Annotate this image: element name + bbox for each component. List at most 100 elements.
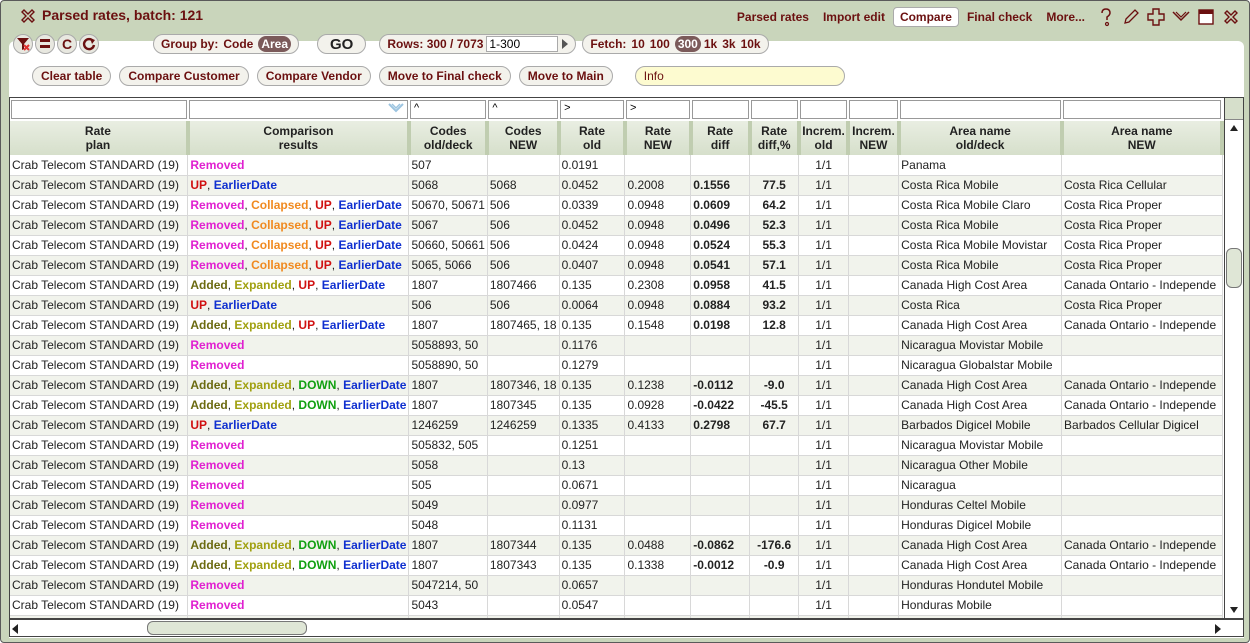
column-header[interactable]: Codes NEW (487, 121, 562, 155)
scroll-left-button[interactable] (12, 623, 18, 637)
column-header[interactable]: Increm. old (798, 121, 851, 155)
table-row[interactable]: Crab Telecom STANDARD (19)Added, Expande… (10, 275, 1223, 296)
column-header[interactable]: Area name old/deck (898, 121, 1064, 155)
cell-codes-new[interactable] (487, 495, 560, 516)
cell-codes-new[interactable]: 1807346, 18 (487, 375, 560, 396)
column-header[interactable]: Rate NEW (624, 121, 693, 155)
reset-button[interactable]: C (57, 34, 77, 54)
cell-codes-old[interactable]: 5047214, 50 (408, 575, 488, 596)
maximize-icon[interactable] (1196, 7, 1216, 27)
table-row[interactable]: Crab Telecom STANDARD (19) UP, EarlierDat… (10, 175, 1223, 196)
move-to-final-check-button[interactable]: Move to Final check (378, 66, 511, 86)
cell-codes-new[interactable]: 5068 (487, 175, 560, 196)
table-row[interactable]: Crab Telecom STANDARD (19) Removed 505 0.06… (10, 475, 1223, 496)
column-header[interactable]: Rate plan (10, 121, 190, 155)
cell-codes-old[interactable]: 1246259 (408, 415, 488, 436)
fetch-10[interactable]: 10 (631, 37, 644, 51)
cell-codes-new[interactable]: 506 (487, 195, 560, 216)
fetch-3k[interactable]: 3k (722, 37, 735, 51)
horizontal-scroll-thumb[interactable] (147, 621, 307, 635)
table-row[interactable]: Crab Telecom STANDARD (19) Removed 5058893… (10, 335, 1223, 356)
column-header[interactable]: Area name NEW (1061, 121, 1224, 155)
vertical-scroll-thumb[interactable] (1226, 248, 1242, 288)
table-row[interactable]: Crab Telecom STANDARD (19) Removed 505832,… (10, 435, 1223, 456)
table-row[interactable]: Crab Telecom STANDARD (19)Added, Expande… (10, 375, 1223, 396)
cell-codes-new[interactable]: 1246259 (487, 415, 560, 436)
table-row[interactable]: Crab Telecom STANDARD (19) Removed, Colla… (10, 215, 1223, 236)
column-header[interactable]: Rate diff (690, 121, 752, 155)
cell-codes-new[interactable] (487, 335, 560, 356)
cell-codes-new[interactable] (487, 475, 560, 496)
cell-codes-old[interactable]: 1807 (408, 535, 488, 556)
vertical-scrollbar[interactable] (1225, 97, 1244, 619)
cell-codes-old[interactable]: 1807 (408, 555, 488, 576)
table-row[interactable]: Crab Telecom STANDARD (19) Removed 5058 0.1… (10, 455, 1223, 476)
clear-filter-button[interactable] (13, 34, 33, 54)
fetch-300[interactable]: 300 (674, 36, 701, 52)
cell-codes-new[interactable] (487, 575, 560, 596)
cell-codes-old[interactable]: 1807 (408, 315, 488, 336)
cell-codes-new[interactable] (487, 595, 560, 616)
cell-codes-new[interactable] (487, 455, 560, 476)
nav-final-check[interactable]: Final check (961, 8, 1038, 26)
close-window-icon[interactable] (1221, 7, 1241, 27)
table-row[interactable]: Crab Telecom STANDARD (19)Added, Expande… (10, 555, 1223, 576)
column-header[interactable]: Rate diff,% (749, 121, 801, 155)
column-filter-input[interactable]: > (560, 100, 624, 119)
cell-codes-old[interactable]: 5067 (408, 215, 488, 236)
cell-codes-old[interactable]: 1807 (408, 275, 488, 296)
table-row[interactable]: Crab Telecom STANDARD (19)Added, Expande… (10, 315, 1223, 336)
scroll-up-button[interactable] (1225, 120, 1243, 136)
column-filter-input[interactable] (750, 100, 798, 119)
clear-table-button[interactable]: Clear table (32, 66, 112, 86)
cell-codes-new[interactable]: 1807343 (487, 555, 560, 576)
close-icon[interactable] (19, 7, 37, 25)
fetch-1k[interactable]: 1k (704, 37, 717, 51)
rows-range-input[interactable] (486, 36, 559, 52)
nav-import-edit[interactable]: Import edit (817, 8, 891, 26)
nav-more[interactable]: More... (1040, 8, 1091, 26)
cell-codes-old[interactable]: 1807 (408, 395, 488, 416)
cell-codes-new[interactable] (487, 355, 560, 376)
table-row[interactable]: Crab Telecom STANDARD (19) Removed 507 0.01… (10, 155, 1223, 176)
table-row[interactable]: Crab Telecom STANDARD (19) Removed, Colla… (10, 255, 1223, 276)
column-filter-input[interactable] (1062, 100, 1221, 119)
cell-codes-new[interactable]: 506 (487, 215, 560, 236)
group-by-area[interactable]: Area (258, 36, 292, 52)
cell-codes-new[interactable] (487, 435, 560, 456)
column-filter-input[interactable] (188, 100, 408, 119)
table-row[interactable]: Crab Telecom STANDARD (19) Removed 5047214… (10, 575, 1223, 596)
cell-codes-new[interactable]: 506 (487, 295, 560, 316)
cell-codes-new[interactable] (487, 155, 560, 176)
cell-codes-old[interactable]: 505832, 505 (408, 435, 488, 456)
cell-codes-old[interactable]: 5065, 5066 (408, 255, 488, 276)
column-header[interactable]: Rate old (559, 121, 627, 155)
compare-vendor-button[interactable]: Compare Vendor (256, 66, 371, 86)
cell-codes-old[interactable]: 50660, 50661 (408, 235, 488, 256)
table-row[interactable]: Crab Telecom STANDARD (19) Removed, Colla… (10, 195, 1223, 216)
table-row[interactable]: Crab Telecom STANDARD (19)Added, Expande… (10, 535, 1223, 556)
cell-codes-old[interactable]: 5068 (408, 175, 488, 196)
scroll-down-button[interactable] (1225, 602, 1243, 618)
table-row[interactable]: Crab Telecom STANDARD (19) Removed 5043 0.0… (10, 595, 1223, 616)
column-filter-input[interactable]: ^ (409, 100, 487, 119)
fetch-100[interactable]: 100 (650, 37, 670, 51)
collapse-icon[interactable] (1171, 7, 1191, 27)
cell-codes-new[interactable]: 1807466 (487, 275, 560, 296)
table-row[interactable]: Crab Telecom STANDARD (19) UP, EarlierDat… (10, 295, 1223, 316)
table-row[interactable]: Crab Telecom STANDARD (19) UP, EarlierDat… (10, 415, 1223, 436)
nav-parsed-rates[interactable]: Parsed rates (731, 8, 815, 26)
cell-codes-new[interactable]: 1807465, 18 (487, 315, 560, 336)
cell-codes-old[interactable]: 5058 (408, 455, 488, 476)
go-button[interactable]: GO (317, 34, 367, 54)
column-filter-input[interactable] (691, 100, 749, 119)
columns-icon[interactable] (35, 34, 55, 54)
group-by-code[interactable]: Code (223, 37, 253, 51)
cell-codes-old[interactable]: 5049 (408, 495, 488, 516)
move-to-main-button[interactable]: Move to Main (518, 66, 613, 86)
horizontal-scrollbar[interactable] (9, 619, 1244, 637)
table-row[interactable]: Crab Telecom STANDARD (19)Added, Expande… (10, 395, 1223, 416)
column-filter-input[interactable] (799, 100, 848, 119)
scroll-right-button[interactable] (1215, 623, 1221, 637)
help-icon[interactable] (1096, 7, 1116, 27)
